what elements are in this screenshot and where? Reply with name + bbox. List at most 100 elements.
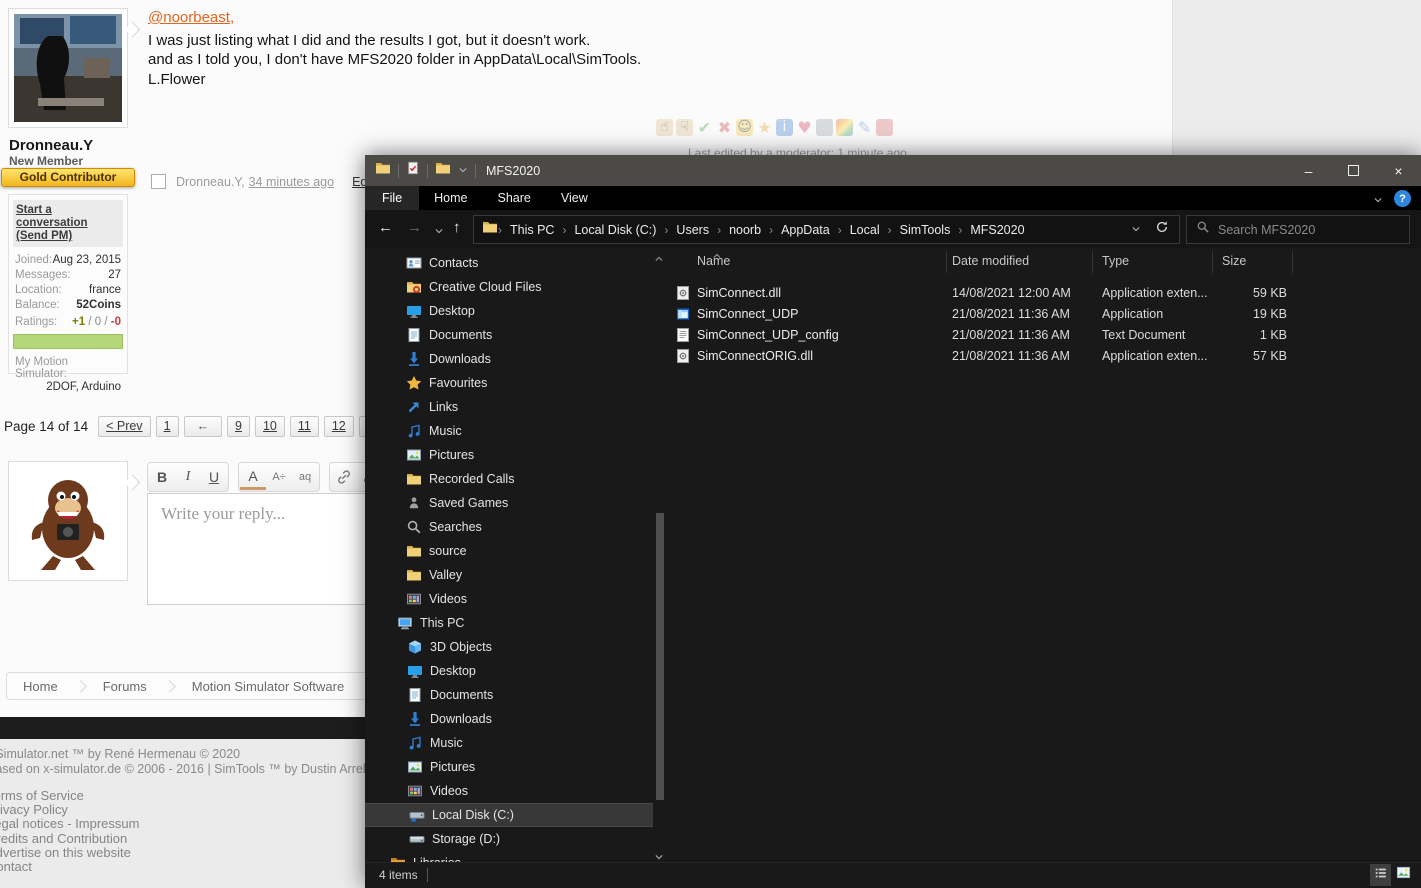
column-header-type[interactable]: Type xyxy=(1102,254,1129,268)
scrollbar-thumb[interactable] xyxy=(656,513,664,800)
column-separator[interactable] xyxy=(1212,251,1213,273)
start-conversation-link[interactable]: Start a conversation xyxy=(16,204,120,230)
recent-locations-icon[interactable] xyxy=(434,223,444,240)
tree-item-this-pc[interactable]: This PC xyxy=(365,611,653,635)
details-view-button[interactable] xyxy=(1370,864,1391,886)
qat-dropdown-icon[interactable] xyxy=(458,162,468,180)
title-bar[interactable]: MFS2020 – × xyxy=(365,155,1421,186)
post-select-checkbox[interactable] xyxy=(151,174,166,189)
file-row-simconnect-dll[interactable]: SimConnect.dll14/08/2021 12:00 AMApplica… xyxy=(667,283,1421,304)
tree-item-contacts[interactable]: Contacts xyxy=(365,251,653,275)
format-b-button[interactable]: B xyxy=(149,464,175,490)
minimize-button[interactable]: – xyxy=(1286,155,1331,186)
tree-item-downloads[interactable]: Downloads xyxy=(365,707,653,731)
info-icon[interactable]: i xyxy=(776,119,793,136)
check-doc-icon[interactable] xyxy=(406,161,420,180)
page-button-prev[interactable]: < Prev xyxy=(98,416,150,437)
tree-item-valley[interactable]: Valley xyxy=(365,563,653,587)
current-user-avatar[interactable] xyxy=(8,461,128,581)
tree-item-downloads[interactable]: Downloads xyxy=(365,347,653,371)
address-crumb-users[interactable]: Users xyxy=(668,223,717,237)
footer-link-contact[interactable]: Contact xyxy=(0,860,139,874)
file-row-simconnect-udp[interactable]: SimConnect_UDP21/08/2021 11:36 AMApplica… xyxy=(667,304,1421,325)
scroll-down-icon[interactable] xyxy=(654,849,666,861)
tree-item-recorded-calls[interactable]: Recorded Calls xyxy=(365,467,653,491)
column-header-date-modified[interactable]: Date modified xyxy=(952,254,1029,268)
post-author-avatar[interactable] xyxy=(8,8,128,128)
maximize-button[interactable] xyxy=(1331,155,1376,186)
footer-link-privacy-policy[interactable]: Privacy Policy xyxy=(0,803,139,817)
footer-link-terms-of-service[interactable]: Terms of Service xyxy=(0,789,139,803)
folder-icon[interactable] xyxy=(375,160,391,181)
tree-item-local-disk-c[interactable]: Local Disk (C:) xyxy=(365,803,653,827)
tree-item-desktop[interactable]: Desktop xyxy=(365,659,653,683)
scroll-up-icon[interactable] xyxy=(654,251,666,263)
forward-button[interactable]: → xyxy=(407,219,422,236)
refresh-icon[interactable] xyxy=(1155,220,1169,239)
tree-item-desktop[interactable]: Desktop xyxy=(365,299,653,323)
close-button[interactable]: × xyxy=(1376,155,1421,186)
heart-icon[interactable]: ♥ xyxy=(796,119,813,136)
breadcrumb-motion-simulator-software[interactable]: Motion Simulator Software xyxy=(176,679,360,694)
ribbon-tab-file[interactable]: File xyxy=(365,186,419,210)
rainbow-icon[interactable] xyxy=(836,119,853,136)
post-timestamp-link[interactable]: 34 minutes ago xyxy=(249,175,334,189)
address-dropdown-icon[interactable] xyxy=(1131,221,1141,239)
address-crumb-simtools[interactable]: SimTools xyxy=(892,223,959,237)
link-icon[interactable] xyxy=(331,464,357,490)
tree-item-pictures[interactable]: Pictures xyxy=(365,443,653,467)
page-button-9[interactable]: 9 xyxy=(227,416,250,437)
column-separator[interactable] xyxy=(1292,251,1293,273)
back-button[interactable]: ← xyxy=(378,219,393,236)
format-a-button[interactable]: A xyxy=(240,464,266,490)
footer-link-advertise-on-this-website[interactable]: Advertise on this website xyxy=(0,846,139,860)
breadcrumb-forums[interactable]: Forums xyxy=(87,679,163,694)
tree-item-pictures[interactable]: Pictures xyxy=(365,755,653,779)
tree-item-searches[interactable]: Searches xyxy=(365,515,653,539)
tree-item-documents[interactable]: Documents xyxy=(365,323,653,347)
pencil-icon[interactable]: ✎ xyxy=(856,119,873,136)
address-bar[interactable]: ›This PC›Local Disk (C:)›Users›noorb›App… xyxy=(473,215,1180,244)
format-i-button[interactable]: I xyxy=(175,464,201,490)
address-crumb-mfs2020[interactable]: MFS2020 xyxy=(962,223,1032,237)
file-row-simconnectorig-dll[interactable]: SimConnectORIG.dll21/08/2021 11:36 AMApp… xyxy=(667,346,1421,367)
alarm-icon[interactable] xyxy=(876,119,893,136)
ribbon-collapse-icon[interactable] xyxy=(1373,192,1383,210)
tree-item-links[interactable]: Links xyxy=(365,395,653,419)
wrench-icon[interactable] xyxy=(816,119,833,136)
send-pm-link[interactable]: (Send PM) xyxy=(16,230,120,243)
address-crumb-local-disk-c[interactable]: Local Disk (C:) xyxy=(566,223,664,237)
tree-scrollbar[interactable] xyxy=(654,251,666,862)
tree-item-music[interactable]: Music xyxy=(365,419,653,443)
tree-item-documents[interactable]: Documents xyxy=(365,683,653,707)
tree-item-favourites[interactable]: Favourites xyxy=(365,371,653,395)
ribbon-tab-share[interactable]: Share xyxy=(483,186,546,210)
help-button[interactable]: ? xyxy=(1394,190,1411,207)
up-button[interactable]: ↑ xyxy=(453,219,461,236)
tree-item-source[interactable]: source xyxy=(365,539,653,563)
page-button-10[interactable]: 10 xyxy=(255,416,285,437)
tree-item-music[interactable]: Music xyxy=(365,731,653,755)
tree-item-3d-objects[interactable]: 3D Objects xyxy=(365,635,653,659)
tree-item-storage-d[interactable]: Storage (D:) xyxy=(365,827,653,851)
breadcrumb-home[interactable]: Home xyxy=(7,679,74,694)
thumbnail-view-button[interactable] xyxy=(1393,864,1414,886)
tree-item-saved-games[interactable]: Saved Games xyxy=(365,491,653,515)
tree-item-videos[interactable]: Videos xyxy=(365,587,653,611)
smiley-icon[interactable]: ☺ xyxy=(736,119,753,136)
ribbon-tab-view[interactable]: View xyxy=(546,186,603,210)
cross-icon[interactable]: ✖ xyxy=(716,119,733,136)
tree-item-creative-cloud-files[interactable]: Creative Cloud Files xyxy=(365,275,653,299)
address-crumb-appdata[interactable]: AppData xyxy=(773,223,838,237)
format-a-button[interactable]: A÷ xyxy=(266,464,292,490)
search-input[interactable]: Search MFS2020 xyxy=(1186,215,1410,244)
file-row-simconnect-udp-config[interactable]: SimConnect_UDP_config21/08/2021 11:36 AM… xyxy=(667,325,1421,346)
page-button-1[interactable]: 1 xyxy=(156,416,179,437)
column-header-size[interactable]: Size xyxy=(1222,254,1246,268)
page-button-[interactable]: ← xyxy=(184,416,223,437)
column-separator[interactable] xyxy=(946,251,947,273)
thumbs-down-icon[interactable]: ☟ xyxy=(676,119,693,136)
mention-link[interactable]: @noorbeast, xyxy=(148,9,234,26)
tree-item-videos[interactable]: Videos xyxy=(365,779,653,803)
address-crumb-this-pc[interactable]: This PC xyxy=(502,223,562,237)
